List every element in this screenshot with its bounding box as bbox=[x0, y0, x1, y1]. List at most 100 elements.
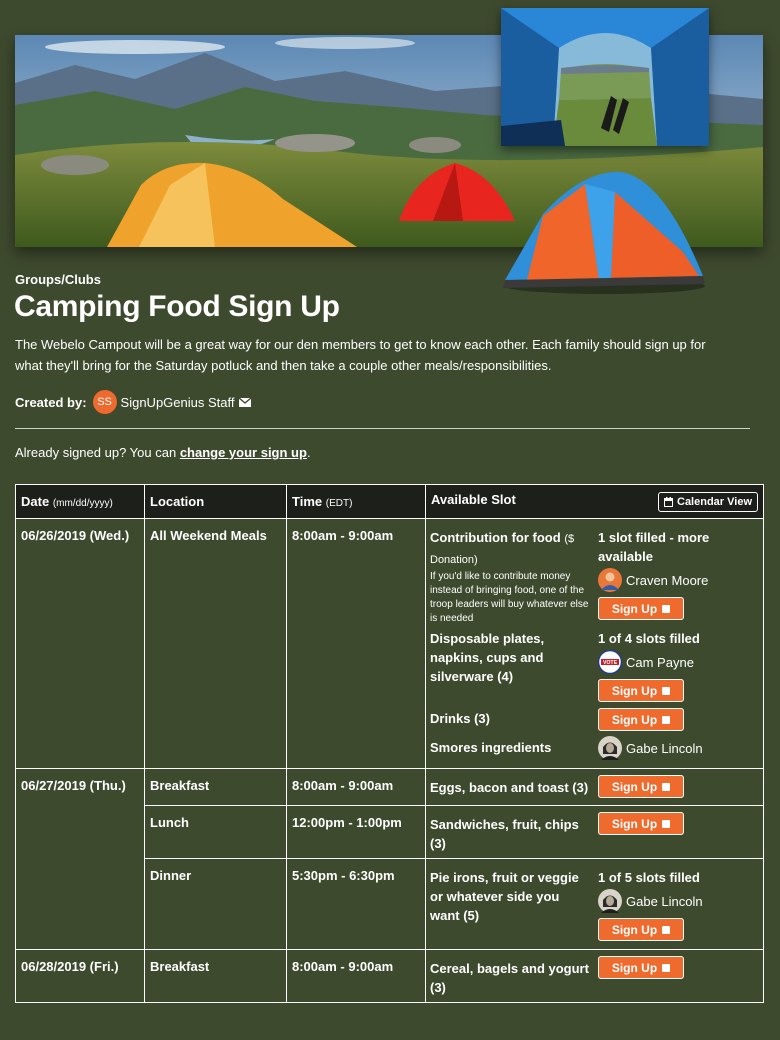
creator-name: SignUpGenius Staff bbox=[120, 394, 235, 410]
sign-up-button[interactable]: Sign Up bbox=[598, 812, 684, 835]
sign-up-button[interactable]: Sign Up bbox=[598, 708, 684, 731]
slot-item: Contribution for food ($ Donation) If yo… bbox=[430, 528, 763, 626]
table-row: 06/26/2019 (Wed.) All Weekend Meals 8:00… bbox=[15, 518, 764, 769]
checkbox-icon bbox=[662, 963, 671, 972]
user-avatar bbox=[598, 568, 622, 592]
slot-cell: Cereal, bagels and yogurt (3) Sign Up bbox=[425, 949, 764, 1003]
slot-item: Pie irons, fruit or veggie or whatever s… bbox=[430, 868, 763, 944]
slot-description: Pie irons, fruit or veggie or whatever s… bbox=[430, 870, 579, 923]
sign-up-button[interactable]: Sign Up bbox=[598, 775, 684, 798]
location-column-header: Location bbox=[144, 484, 287, 519]
checkbox-icon bbox=[662, 925, 671, 934]
date-cell: 06/27/2019 (Thu.) bbox=[15, 768, 145, 950]
change-signup-link[interactable]: change your sign up bbox=[180, 445, 307, 460]
time-cell: 8:00am - 9:00am bbox=[286, 518, 426, 769]
sign-up-button[interactable]: Sign Up bbox=[598, 679, 684, 702]
svg-text:VOTE: VOTE bbox=[603, 660, 618, 666]
sign-up-button[interactable]: Sign Up bbox=[598, 597, 684, 620]
divider bbox=[15, 428, 750, 429]
page-title: Camping Food Sign Up bbox=[14, 290, 340, 323]
slot-description: Cereal, bagels and yogurt (3) bbox=[430, 961, 589, 995]
location-header-label: Location bbox=[150, 494, 205, 509]
slot-cell: Pie irons, fruit or veggie or whatever s… bbox=[425, 858, 764, 950]
location-cell: Lunch bbox=[144, 805, 287, 859]
sign-up-label: Sign Up bbox=[611, 816, 658, 831]
slot-column-header: Available Slot Calendar View bbox=[425, 484, 764, 519]
sign-up-label: Sign Up bbox=[611, 601, 658, 616]
slot-header-label: Available Slot bbox=[431, 491, 516, 507]
time-cell: 8:00am - 9:00am bbox=[286, 949, 426, 1003]
slot-item: Sandwiches, fruit, chips (3) Sign Up bbox=[430, 812, 763, 853]
slot-item: Eggs, bacon and toast (3) Sign Up bbox=[430, 775, 763, 798]
slot-item: Drinks (3) Sign Up bbox=[430, 705, 763, 734]
checkbox-icon bbox=[662, 604, 671, 613]
slot-status: 1 of 4 slots filled VOTE Cam Payne Sign … bbox=[598, 629, 763, 705]
date-header-label: Date bbox=[21, 494, 50, 509]
slot-description: Eggs, bacon and toast (3) bbox=[430, 780, 589, 795]
sign-up-label: Sign Up bbox=[611, 779, 658, 794]
time-header-label: Time bbox=[292, 494, 323, 509]
time-cell: 12:00pm - 1:00pm bbox=[286, 805, 426, 859]
slot-status: Sign Up bbox=[598, 956, 763, 997]
slot-status: 1 slot filled - more available Craven Mo… bbox=[598, 528, 763, 626]
signed-up-person: Gabe Lincoln bbox=[598, 736, 763, 760]
slot-item-title: Contribution for food bbox=[430, 530, 561, 545]
sign-up-button[interactable]: Sign Up bbox=[598, 918, 684, 941]
slot-status: Sign Up bbox=[598, 705, 763, 734]
date-cell: 06/28/2019 (Fri.) bbox=[15, 949, 145, 1003]
already-signed-up: Already signed up? You can change your s… bbox=[15, 445, 311, 460]
slot-status-text: 1 of 4 slots filled bbox=[598, 631, 700, 646]
slot-cell: Sandwiches, fruit, chips (3) Sign Up bbox=[425, 805, 764, 859]
slot-status: Sign Up bbox=[598, 775, 763, 798]
tent-illustration bbox=[503, 171, 705, 294]
slot-description: Sandwiches, fruit, chips (3) bbox=[430, 817, 579, 851]
slot-item: Smores ingredients Gabe Lincoln bbox=[430, 734, 763, 762]
checkbox-icon bbox=[662, 715, 671, 724]
creator-avatar: SS bbox=[92, 390, 117, 414]
checkbox-icon bbox=[662, 686, 671, 695]
signup-table: Date (mm/dd/yyyy) Location Time (EDT) Av… bbox=[15, 484, 764, 1003]
signed-up-person: Gabe Lincoln bbox=[598, 889, 763, 913]
calendar-view-button[interactable]: Calendar View bbox=[658, 491, 758, 512]
slot-cell: Eggs, bacon and toast (3) Sign Up bbox=[425, 768, 764, 806]
mail-icon[interactable] bbox=[239, 397, 252, 407]
created-by-label: Created by: bbox=[15, 394, 87, 410]
slot-description: Smores ingredients bbox=[430, 740, 552, 755]
date-format-hint: (mm/dd/yyyy) bbox=[52, 498, 113, 509]
signed-up-person: Craven Moore bbox=[598, 568, 763, 592]
checkbox-icon bbox=[662, 782, 671, 791]
user-avatar bbox=[598, 736, 622, 760]
category-label[interactable]: Groups/Clubs bbox=[15, 272, 101, 287]
slot-status: 1 of 5 slots filled Gabe Lincoln Sign Up bbox=[598, 868, 763, 944]
person-name: Gabe Lincoln bbox=[626, 893, 703, 909]
checkbox-icon bbox=[662, 819, 671, 828]
tent-view-photo bbox=[501, 8, 709, 146]
sign-up-button[interactable]: Sign Up bbox=[598, 956, 684, 979]
slot-status-text: 1 of 5 slots filled bbox=[598, 870, 700, 885]
time-cell: 5:30pm - 6:30pm bbox=[286, 858, 426, 950]
user-avatar bbox=[598, 889, 622, 913]
date-cell: 06/26/2019 (Wed.) bbox=[15, 518, 145, 769]
date-column-header: Date (mm/dd/yyyy) bbox=[15, 484, 145, 519]
time-zone-hint: (EDT) bbox=[325, 498, 353, 509]
calendar-view-label: Calendar View bbox=[677, 495, 752, 508]
sign-up-label: Sign Up bbox=[611, 683, 658, 698]
location-cell: All Weekend Meals bbox=[144, 518, 287, 769]
slot-description: Contribution for food ($ Donation) If yo… bbox=[430, 528, 598, 626]
person-name: Gabe Lincoln bbox=[626, 740, 703, 756]
slot-item: Disposable plates, napkins, cups and sil… bbox=[430, 629, 763, 705]
slot-item: Cereal, bagels and yogurt (3) Sign Up bbox=[430, 956, 763, 997]
slot-cell: Contribution for food ($ Donation) If yo… bbox=[425, 518, 764, 769]
slot-description: Drinks (3) bbox=[430, 711, 490, 726]
time-column-header: Time (EDT) bbox=[286, 484, 426, 519]
signup-description: The Webelo Campout will be a great way f… bbox=[15, 337, 706, 373]
slot-status-text: 1 slot filled - more available bbox=[598, 530, 710, 564]
slot-description: Disposable plates, napkins, cups and sil… bbox=[430, 631, 545, 684]
slot-status: Gabe Lincoln bbox=[598, 734, 763, 762]
time-cell: 8:00am - 9:00am bbox=[286, 768, 426, 806]
vote-badge-avatar: VOTE bbox=[598, 650, 622, 674]
sign-up-label: Sign Up bbox=[611, 712, 658, 727]
already-prefix: Already signed up? You can bbox=[15, 445, 180, 460]
location-cell: Breakfast bbox=[144, 768, 287, 806]
already-suffix: . bbox=[306, 445, 311, 460]
